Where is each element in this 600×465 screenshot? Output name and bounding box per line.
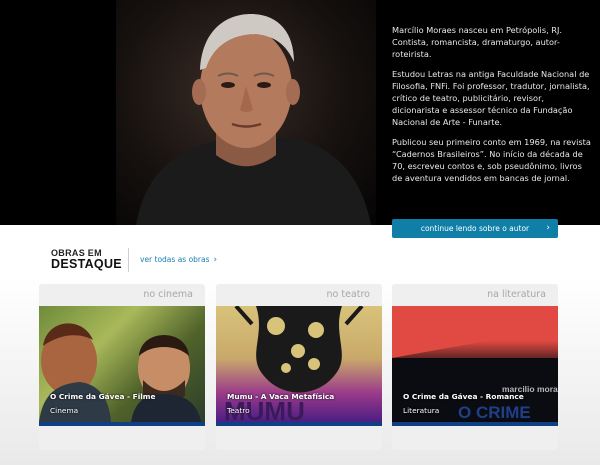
card-image: MUMU <box>216 306 382 422</box>
card-category: no teatro <box>326 289 370 300</box>
work-card-theater[interactable]: no teatro MUMU Mumu - A Vaca Metafísica … <box>216 284 382 450</box>
featured-works-heading: OBRAS EM DESTAQUE <box>51 248 122 271</box>
card-accent-bar <box>392 422 558 426</box>
chevron-right-icon: › <box>546 223 550 233</box>
author-photo <box>116 0 376 225</box>
card-accent-bar <box>39 422 205 426</box>
bio-paragraph: Publicou seu primeiro conto em 1969, na … <box>392 137 591 183</box>
card-image <box>39 306 205 422</box>
work-card-cinema[interactable]: no cinema O Crime da Gávea - Filme Cinem… <box>39 284 205 450</box>
bio-paragraph: Estudou Letras na antiga Faculdade Nacio… <box>392 69 590 127</box>
heading-divider <box>128 248 129 272</box>
work-card-literature[interactable]: na literatura marcilio moraes O CRIME O … <box>392 284 558 450</box>
continue-reading-label: continue lendo sobre o autor <box>420 224 530 233</box>
author-bio: Marcílio Moraes nasceu em Petrópolis, RJ… <box>392 24 592 192</box>
cover-title-text: O CRIME <box>458 403 531 422</box>
card-type: Cinema <box>50 406 79 415</box>
continue-reading-button[interactable]: continue lendo sobre o autor › <box>392 219 558 238</box>
author-hero: Marcílio Moraes nasceu em Petrópolis, RJ… <box>0 0 600 225</box>
card-category: na literatura <box>487 289 546 300</box>
card-title: Mumu - A Vaca Metafísica <box>227 392 335 401</box>
bio-paragraph: Marcílio Moraes nasceu em Petrópolis, RJ… <box>392 25 563 59</box>
card-image: marcilio moraes O CRIME <box>392 306 558 422</box>
see-all-label: ver todas as obras <box>140 255 210 264</box>
card-type: Teatro <box>227 406 250 415</box>
card-type: Literatura <box>403 406 440 415</box>
see-all-works-link[interactable]: ver todas as obras › <box>140 255 217 265</box>
featured-title-line2: DESTAQUE <box>51 257 122 271</box>
card-title: O Crime da Gávea - Romance <box>403 392 524 401</box>
card-accent-bar <box>216 422 382 426</box>
card-category: no cinema <box>143 289 193 300</box>
card-title: O Crime da Gávea - Filme <box>50 392 156 401</box>
chevron-right-icon: › <box>213 255 218 265</box>
